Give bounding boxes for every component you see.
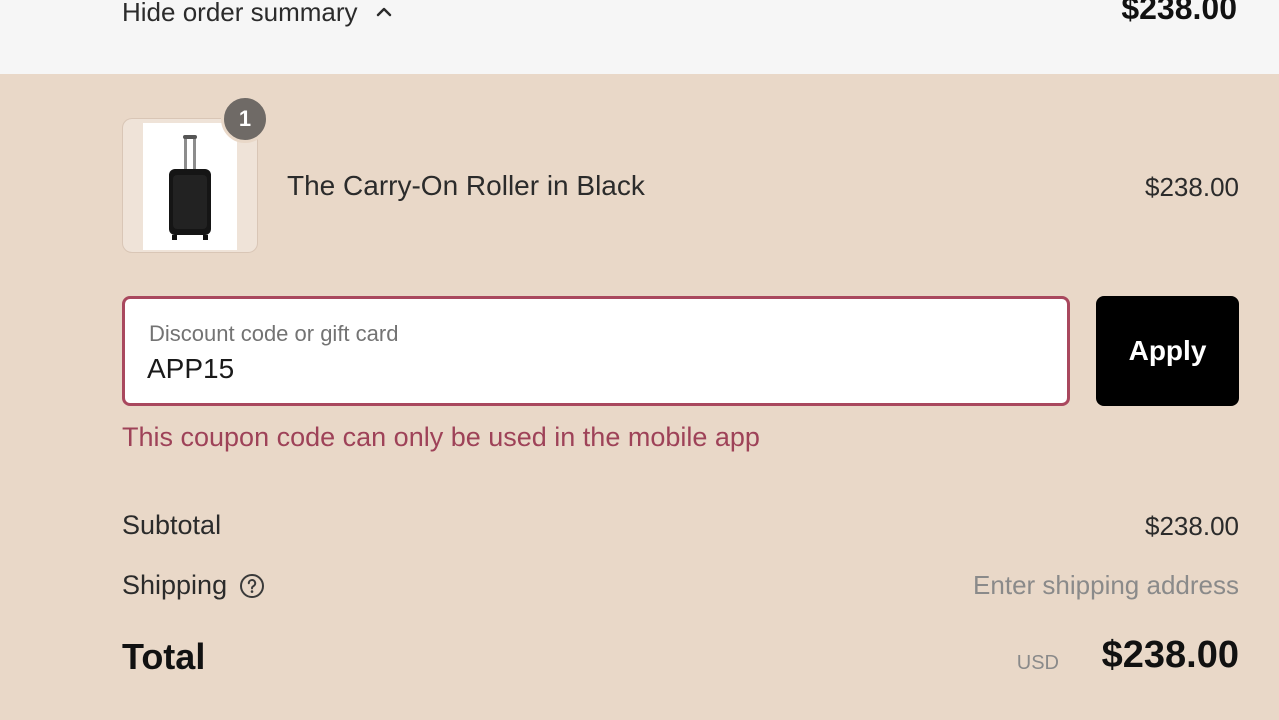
chevron-up-icon	[376, 7, 391, 17]
discount-field-label: Discount code or gift card	[149, 321, 399, 346]
apply-button[interactable]: Apply	[1096, 296, 1239, 406]
coupon-error-message: This coupon code can only be used in the…	[122, 422, 760, 452]
product-price: $238.00	[1145, 172, 1239, 202]
suitcase-icon	[169, 135, 211, 240]
order-summary-header: Hide order summary $238.00	[0, 0, 1279, 74]
product-thumbnail: 1	[122, 95, 269, 253]
shipping-label: Shipping	[122, 570, 228, 600]
discount-code-field[interactable]: Discount code or gift card	[122, 296, 1070, 406]
product-name: The Carry-On Roller in Black	[287, 170, 645, 201]
hide-order-summary-toggle[interactable]: Hide order summary	[122, 0, 394, 30]
total-label: Total	[122, 636, 206, 677]
quantity-badge: 1	[221, 95, 269, 143]
discount-code-input[interactable]	[147, 351, 1027, 387]
header-total: $238.00	[1121, 0, 1237, 26]
subtotal-label: Subtotal	[122, 510, 222, 540]
currency-code: USD	[1016, 652, 1059, 674]
shipping-value: Enter shipping address	[973, 570, 1239, 600]
toggle-label: Hide order summary	[122, 0, 358, 27]
subtotal-value: $238.00	[1145, 511, 1239, 541]
line-item: 1 The Carry-On Roller in Black $238.00	[122, 95, 1239, 253]
carry-on-suitcase-image	[143, 123, 237, 250]
total-value: $238.00	[1101, 634, 1239, 676]
question-circle-icon[interactable]	[239, 573, 265, 599]
shipping-row: Shipping	[122, 570, 265, 601]
